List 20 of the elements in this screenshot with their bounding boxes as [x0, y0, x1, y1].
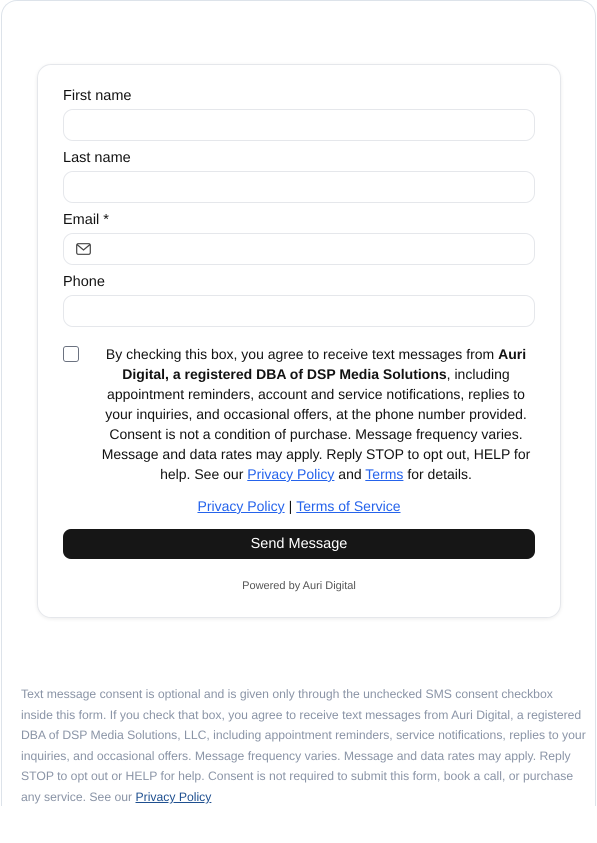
field-label: Phone — [63, 273, 106, 291]
terms-of-service-link[interactable]: Terms of Service — [296, 496, 401, 516]
privacy-policy-link[interactable]: Privacy Policy — [247, 466, 334, 482]
link-separator: | — [288, 497, 292, 516]
privacy-policy-link[interactable]: Privacy Policy — [136, 790, 212, 804]
privacy-policy-link[interactable]: Privacy Policy — [197, 496, 285, 516]
send-message-button[interactable]: Send Message — [63, 529, 535, 559]
input-field[interactable] — [63, 295, 535, 327]
consent-text: By checking this box, you agree to receive text messages from Auri Digital, a registered DBA of DSP Media Solutions, including appointment reminders, account and service notifications, replies to your inquiries, and occasional offers, at the phone number provided. Consent is not a condition of purchase. Message frequency varies. Message and data rates may apply. Reply STOP to opt out, HELP for help. See our Privacy Policy and Terms for details. — [100, 345, 532, 484]
field-label: First name — [63, 87, 132, 105]
terms-link[interactable]: Terms — [365, 466, 404, 482]
powered-by-text: Powered by Auri Digital — [241, 579, 357, 593]
disclaimer-text: Text message consent is optional and is given only through the unchecked SMS consent checkbox inside this form. If you check that box, you agree to receive text messages from Auri Digital, a registered DBA of DSP Media Solutions, LLC, including appointment reminders, service notifications, replies to your inquiries, and occasional offers. Message frequency varies. Message and data rates may apply. Reply STOP to opt out or HELP for help. Consent is not required to submit this form, book a call, or purchase any service. See our Privacy Policy — [21, 686, 587, 806]
field-label: Last name — [63, 149, 132, 167]
mail-icon — [76, 243, 91, 255]
input-field[interactable] — [63, 171, 535, 203]
input-field[interactable] — [63, 109, 535, 141]
input-field[interactable] — [63, 233, 535, 265]
field-label: Email * — [63, 211, 110, 229]
consent-checkbox[interactable] — [63, 346, 79, 362]
